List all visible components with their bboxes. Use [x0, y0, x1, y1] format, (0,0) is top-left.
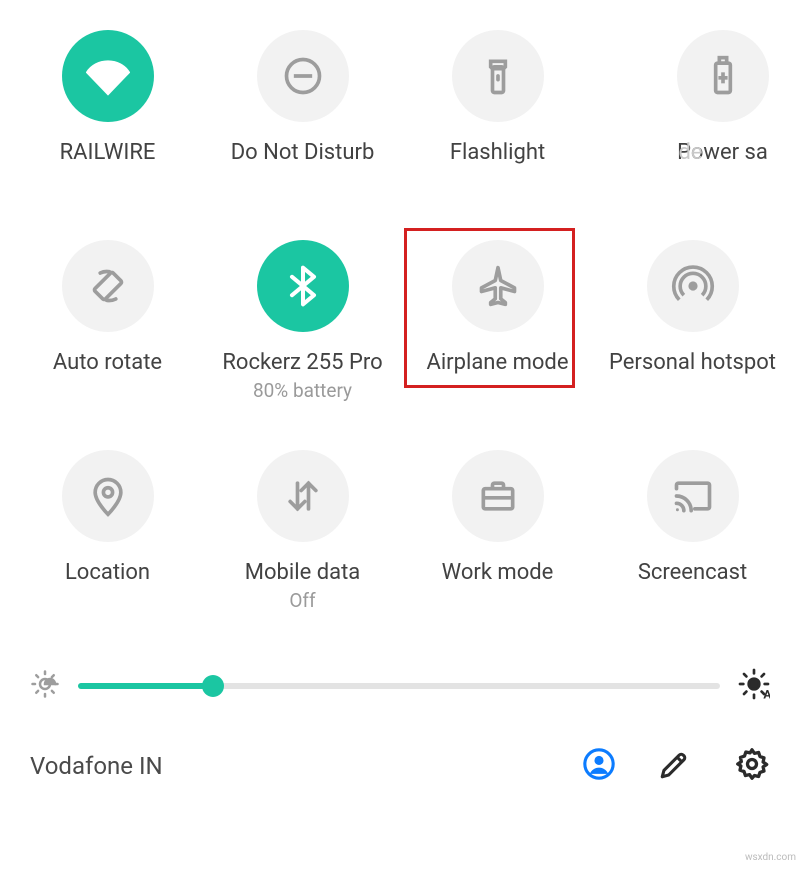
- brightness-low-icon: [30, 669, 60, 703]
- brightness-auto-icon[interactable]: A: [738, 668, 770, 704]
- bluetooth-icon: [257, 240, 349, 332]
- settings-icon[interactable]: [734, 746, 770, 786]
- tile-label: Do Not Disturb: [231, 140, 375, 165]
- edit-icon[interactable]: [658, 747, 692, 785]
- autorotate-icon: [62, 240, 154, 332]
- battery-icon: [677, 30, 769, 122]
- flashlight-icon: [452, 30, 544, 122]
- tile-label: Mobile data: [245, 560, 360, 585]
- tile-sublabel: 80% battery: [253, 379, 352, 402]
- tile-wifi[interactable]: RAILWIRE: [10, 10, 205, 220]
- tile-workmode[interactable]: Work mode: [400, 430, 595, 640]
- tile-label: Screencast: [638, 560, 747, 585]
- tile-label: Auto rotate: [53, 350, 162, 375]
- cast-icon: [647, 450, 739, 542]
- tile-hotspot[interactable]: Personal hotspot: [595, 220, 790, 430]
- hotspot-icon: [647, 240, 739, 332]
- watermark: wsxdn.com: [745, 852, 796, 863]
- tile-label: Rockerz 255 Pro: [222, 350, 382, 375]
- partial-label-left: de: [595, 140, 788, 165]
- location-icon: [62, 450, 154, 542]
- briefcase-icon: [452, 450, 544, 542]
- wifi-icon: [62, 30, 154, 122]
- user-icon[interactable]: [582, 747, 616, 785]
- svg-text:A: A: [763, 688, 770, 700]
- carrier-name[interactable]: Vodafone IN: [30, 752, 582, 780]
- tile-autorotate[interactable]: Auto rotate: [10, 220, 205, 430]
- tile-location[interactable]: Location: [10, 430, 205, 640]
- tile-sublabel: Off: [289, 589, 315, 612]
- tile-screencast[interactable]: Screencast: [595, 430, 790, 640]
- tile-label: RAILWIRE: [60, 140, 156, 165]
- tile-dnd[interactable]: Do Not Disturb: [205, 10, 400, 220]
- bottom-bar: Vodafone IN: [0, 746, 800, 786]
- quick-settings-grid: RAILWIRE Do Not Disturb Flashlight de Po…: [0, 0, 800, 640]
- tile-flashlight[interactable]: Flashlight: [400, 10, 595, 220]
- tile-label: Work mode: [442, 560, 554, 585]
- tile-label: Airplane mode: [426, 350, 568, 375]
- tile-label: Personal hotspot: [609, 350, 776, 375]
- tile-mobiledata[interactable]: Mobile data Off: [205, 430, 400, 640]
- tile-bluetooth[interactable]: Rockerz 255 Pro 80% battery: [205, 220, 400, 430]
- brightness-row: A: [0, 668, 800, 704]
- tile-airplane[interactable]: Airplane mode: [400, 220, 595, 430]
- tile-label: Flashlight: [450, 140, 545, 165]
- tile-power-save-partial[interactable]: de Power sa: [595, 10, 790, 220]
- brightness-slider[interactable]: [78, 683, 720, 689]
- airplane-icon: [452, 240, 544, 332]
- dnd-icon: [257, 30, 349, 122]
- mobiledata-icon: [257, 450, 349, 542]
- tile-label: Location: [65, 560, 150, 585]
